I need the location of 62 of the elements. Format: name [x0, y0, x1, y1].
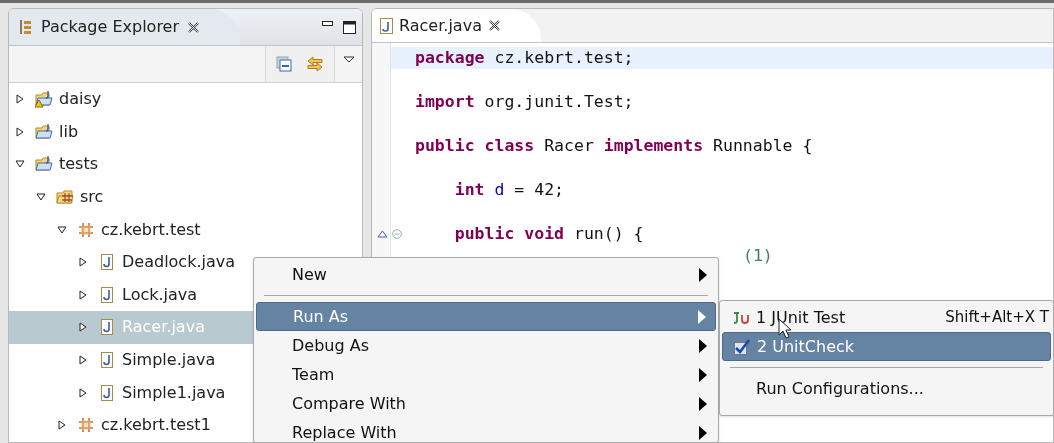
close-icon[interactable] — [187, 20, 201, 34]
tree-item[interactable]: lib — [9, 115, 87, 149]
tree-item[interactable]: cz.kebrt.test — [9, 213, 209, 246]
tree-item[interactable]: Lock.java — [9, 278, 206, 312]
java-file-icon — [98, 318, 116, 337]
code-line: public void run() { — [453, 222, 644, 245]
code-line: package cz.kebrt.test; — [415, 46, 634, 69]
java-file-icon — [98, 285, 116, 304]
close-icon[interactable] — [487, 19, 501, 32]
minimize-icon[interactable] — [322, 20, 333, 26]
source-folder-icon — [56, 188, 74, 207]
package-icon — [77, 220, 95, 239]
code-line: int d = 42; — [453, 178, 565, 201]
menu-item[interactable]: Team — [256, 360, 716, 389]
view-tab[interactable]: Package Explorer — [9, 9, 241, 45]
menu-item[interactable]: Compare With — [256, 389, 716, 418]
collapsed-arrow-icon[interactable] — [78, 387, 88, 398]
code-line: public class Racer implements Runnable { — [415, 134, 813, 157]
tree-item[interactable]: Deadlock.java — [9, 245, 244, 279]
menu-item[interactable]: Replace With — [256, 418, 716, 443]
override-marker-icon — [377, 230, 388, 238]
project-folder-icon — [35, 155, 53, 174]
checkbox-icon — [733, 337, 751, 356]
project-folder-icon — [35, 122, 53, 141]
collapsed-arrow-icon[interactable] — [78, 289, 88, 300]
java-file-icon — [98, 351, 116, 370]
collapsed-arrow-icon[interactable] — [78, 257, 88, 268]
code-line: import org.junit.Test; — [415, 90, 634, 113]
editor-tab[interactable]: Racer.java — [372, 9, 541, 42]
expanded-arrow-icon[interactable] — [36, 192, 46, 203]
code-line: (1) — [743, 244, 773, 267]
collapsed-arrow-icon[interactable] — [57, 420, 67, 431]
maximize-icon[interactable] — [343, 20, 356, 34]
collapse-all-icon[interactable] — [276, 56, 292, 72]
package-icon — [77, 416, 95, 435]
collapsed-arrow-icon[interactable] — [15, 126, 25, 137]
collapsed-arrow-icon[interactable] — [78, 322, 88, 333]
menu-item[interactable]: 2 UnitCheck — [722, 332, 1051, 361]
view-title: Package Explorer — [41, 16, 180, 38]
view-menu-icon[interactable] — [342, 56, 355, 63]
collapsed-arrow-icon[interactable] — [15, 94, 25, 105]
junit-icon — [732, 310, 752, 325]
tree-item[interactable]: src — [9, 180, 112, 214]
menu-item[interactable]: New — [256, 260, 716, 289]
collapsed-arrow-icon[interactable] — [78, 355, 88, 366]
tree-item[interactable]: Simple.java — [9, 343, 224, 377]
editor-tab-title: Racer.java — [399, 14, 482, 37]
tree-item[interactable]: cz.kebrt.test1 — [9, 408, 219, 442]
menu-item[interactable]: Run Configurations... — [722, 374, 1051, 403]
tree-item[interactable]: daisy — [9, 83, 110, 116]
tree-item[interactable]: tests — [9, 148, 107, 181]
expanded-arrow-icon[interactable] — [57, 224, 67, 235]
menu-item[interactable]: 1 JUnit Test Shift+Alt+X T — [722, 303, 1051, 332]
java-file-icon — [98, 383, 116, 402]
java-file-icon — [98, 253, 116, 272]
package-explorer-icon — [19, 19, 33, 35]
project-folder-warning-icon — [35, 90, 53, 109]
menu-item[interactable]: Run As — [256, 302, 716, 331]
expanded-arrow-icon[interactable] — [15, 159, 25, 170]
link-with-editor-icon[interactable] — [306, 55, 324, 73]
tree-item[interactable]: Simple1.java — [9, 376, 234, 409]
java-file-icon — [380, 17, 393, 34]
